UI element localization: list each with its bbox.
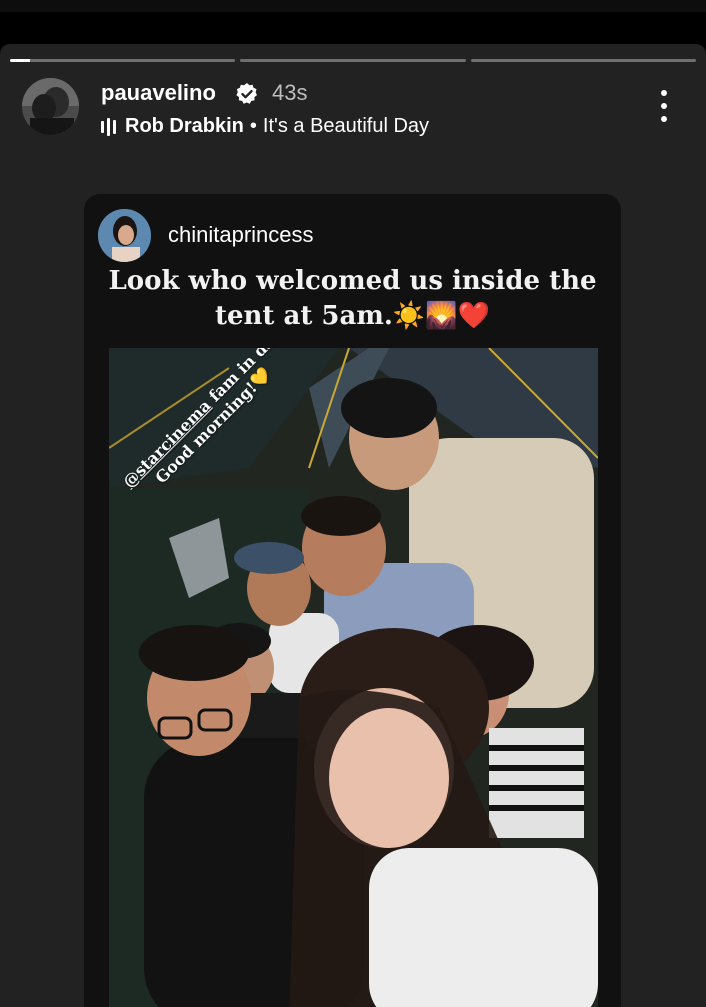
more-vertical-icon bbox=[661, 90, 667, 96]
status-strip bbox=[0, 0, 706, 12]
music-artist: Rob Drabkin bbox=[125, 115, 244, 137]
audio-bars-icon bbox=[101, 117, 116, 136]
more-options-button[interactable] bbox=[658, 90, 670, 122]
progress-segment-3 bbox=[470, 59, 696, 62]
music-attribution[interactable]: Rob Drabkin • It's a Beautiful Day bbox=[101, 115, 429, 138]
shared-post-card[interactable]: chinitaprincess Look who welcomed us ins… bbox=[84, 194, 621, 1007]
shared-post-avatar[interactable] bbox=[98, 209, 151, 262]
shared-post-username[interactable]: chinitaprincess bbox=[168, 222, 314, 248]
music-song-title: It's a Beautiful Day bbox=[262, 115, 430, 137]
progress-segment-1 bbox=[10, 59, 236, 62]
author-username[interactable]: pauavelino bbox=[101, 80, 216, 106]
verified-badge-icon bbox=[235, 82, 259, 106]
story-timestamp: 43s bbox=[272, 80, 308, 105]
story-progress-bar bbox=[10, 59, 696, 62]
shared-post-caption: Look who welcomed us inside the tent at … bbox=[108, 266, 597, 331]
progress-segment-2 bbox=[240, 59, 466, 62]
author-avatar[interactable] bbox=[22, 78, 79, 135]
shared-post-photo[interactable]: @starcinema fam in da haws! Good morning… bbox=[109, 348, 598, 1007]
story-header: pauavelino 43s Rob Drabkin • It's a Beau… bbox=[22, 78, 686, 138]
story-viewer[interactable]: pauavelino 43s Rob Drabkin • It's a Beau… bbox=[0, 44, 706, 1007]
music-separator: • bbox=[249, 115, 257, 137]
